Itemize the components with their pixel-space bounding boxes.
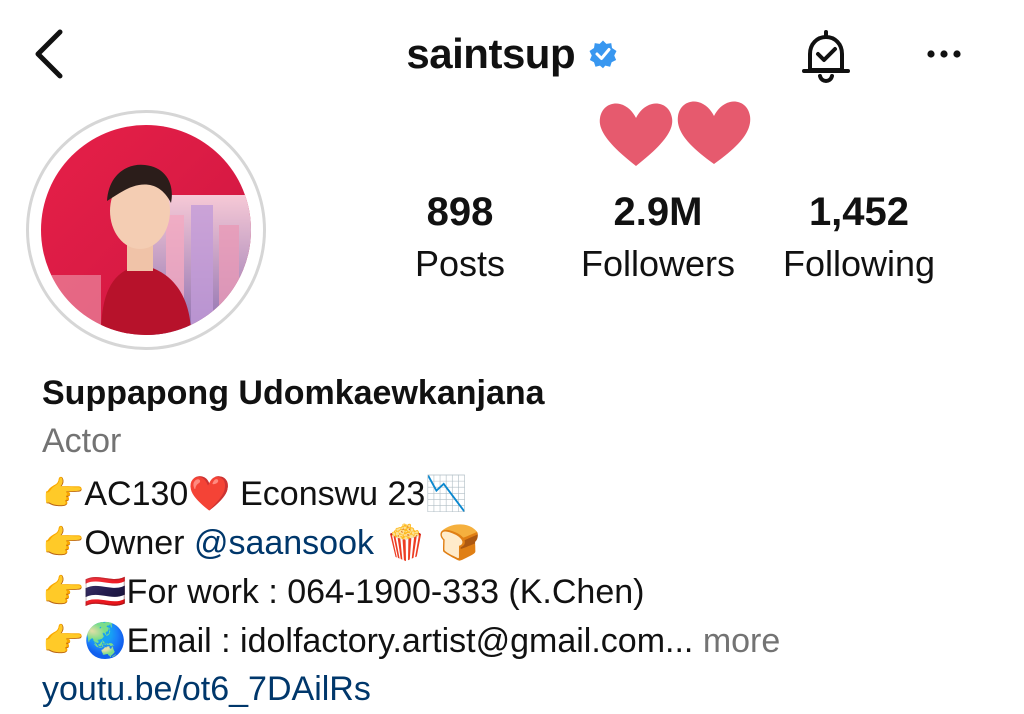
- avatar-image: [41, 125, 251, 335]
- bio-text: Econswu 23: [230, 475, 426, 513]
- mention-link[interactable]: @saansook: [194, 524, 374, 562]
- verified-badge-icon: [589, 40, 617, 69]
- bio-line: 👉Owner @saansook 🍿 🍞: [42, 519, 1002, 568]
- bio-line: 👉🇹🇭For work : 064-1900-333 (K.Chen): [42, 568, 1002, 617]
- profile-avatar[interactable]: [26, 110, 266, 350]
- bio-text: Owner: [84, 524, 194, 562]
- notifications-button[interactable]: [796, 26, 856, 86]
- more-options-icon: [927, 50, 961, 58]
- bio-text: Email : idolfactory.artist@gmail.com: [126, 622, 666, 660]
- notification-bell-icon: [802, 30, 850, 84]
- pointing-hand-globe-icon: 👉🌏: [42, 621, 127, 661]
- popcorn-bread-icon: 🍿 🍞: [374, 523, 481, 563]
- heart-icon: ❤️: [188, 474, 231, 514]
- more-options-button[interactable]: [920, 30, 970, 80]
- followers-count: 2.9M: [613, 190, 703, 234]
- bio-text: For work : 064-1900-333 (K.Chen): [126, 573, 645, 611]
- followers-label: Followers: [580, 243, 736, 284]
- profile-bio: Suppapong Udomkaewkanjana Actor 👉AC130❤️…: [42, 372, 1002, 712]
- bio-text: AC130: [84, 475, 189, 513]
- username: saintsup: [406, 30, 576, 77]
- more-button[interactable]: more: [693, 622, 780, 660]
- posts-stat[interactable]: 898 Posts: [400, 188, 520, 288]
- following-label: Following: [782, 243, 936, 284]
- hearts-decoration-icon: [599, 101, 751, 166]
- profile-header: saintsup: [0, 0, 1024, 120]
- profile-title: saintsup: [0, 30, 1024, 78]
- chart-decreasing-icon: 📉: [425, 474, 468, 514]
- following-count: 1,452: [808, 190, 910, 234]
- posts-label: Posts: [414, 243, 506, 284]
- pointing-hand-icon: 👉: [42, 523, 85, 563]
- category-label: Actor: [42, 422, 122, 460]
- followers-stat[interactable]: 2.9M Followers: [566, 188, 750, 288]
- ellipsis: ...: [665, 622, 694, 660]
- bio-line: 👉AC130❤️ Econswu 23📉: [42, 470, 1002, 519]
- pointing-hand-icon: 👉: [42, 474, 85, 514]
- posts-count: 898: [426, 190, 494, 234]
- pointing-hand-flag-icon: 👉🇹🇭: [42, 572, 127, 612]
- website-link[interactable]: youtu.be/ot6_7DAilRs: [42, 666, 1002, 712]
- following-stat[interactable]: 1,452 Following: [766, 188, 952, 288]
- full-name: Suppapong Udomkaewkanjana: [42, 374, 545, 412]
- bio-line: 👉🌏Email : idolfactory.artist@gmail.com..…: [42, 617, 1002, 666]
